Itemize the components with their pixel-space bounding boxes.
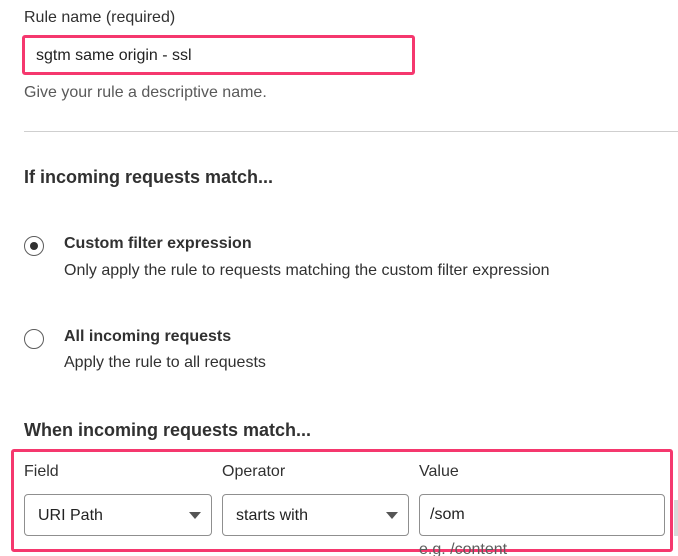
chevron-down-icon <box>386 512 398 519</box>
rule-editor: Rule name (required) Give your rule a de… <box>0 0 678 556</box>
custom-filter-title[interactable]: Custom filter expression <box>64 235 252 253</box>
radio-custom-filter[interactable] <box>24 236 44 256</box>
field-label: Field <box>24 463 59 480</box>
radio-all-requests[interactable] <box>24 329 44 349</box>
value-hint: e.g. /content <box>419 541 508 556</box>
rule-name-help: Give your rule a descriptive name. <box>24 84 267 101</box>
value-input[interactable] <box>419 494 665 536</box>
chevron-down-icon <box>189 512 201 519</box>
custom-filter-description: Only apply the rule to requests matching… <box>64 262 550 279</box>
section-divider <box>24 131 678 132</box>
when-match-heading: When incoming requests match... <box>24 420 312 440</box>
rule-name-label: Rule name (required) <box>24 9 176 26</box>
incoming-requests-heading: If incoming requests match... <box>24 167 274 187</box>
rule-name-input[interactable] <box>30 42 420 70</box>
field-select-value: URI Path <box>38 507 103 524</box>
all-requests-description: Apply the rule to all requests <box>64 354 266 371</box>
rule-name-highlight <box>22 35 420 75</box>
all-requests-title[interactable]: All incoming requests <box>64 328 231 346</box>
field-select[interactable]: URI Path <box>24 494 212 536</box>
value-label: Value <box>419 463 459 480</box>
scrollbar[interactable] <box>674 500 678 536</box>
operator-select[interactable]: starts with <box>222 494 409 536</box>
operator-label: Operator <box>222 463 286 480</box>
operator-select-value: starts with <box>236 507 309 524</box>
